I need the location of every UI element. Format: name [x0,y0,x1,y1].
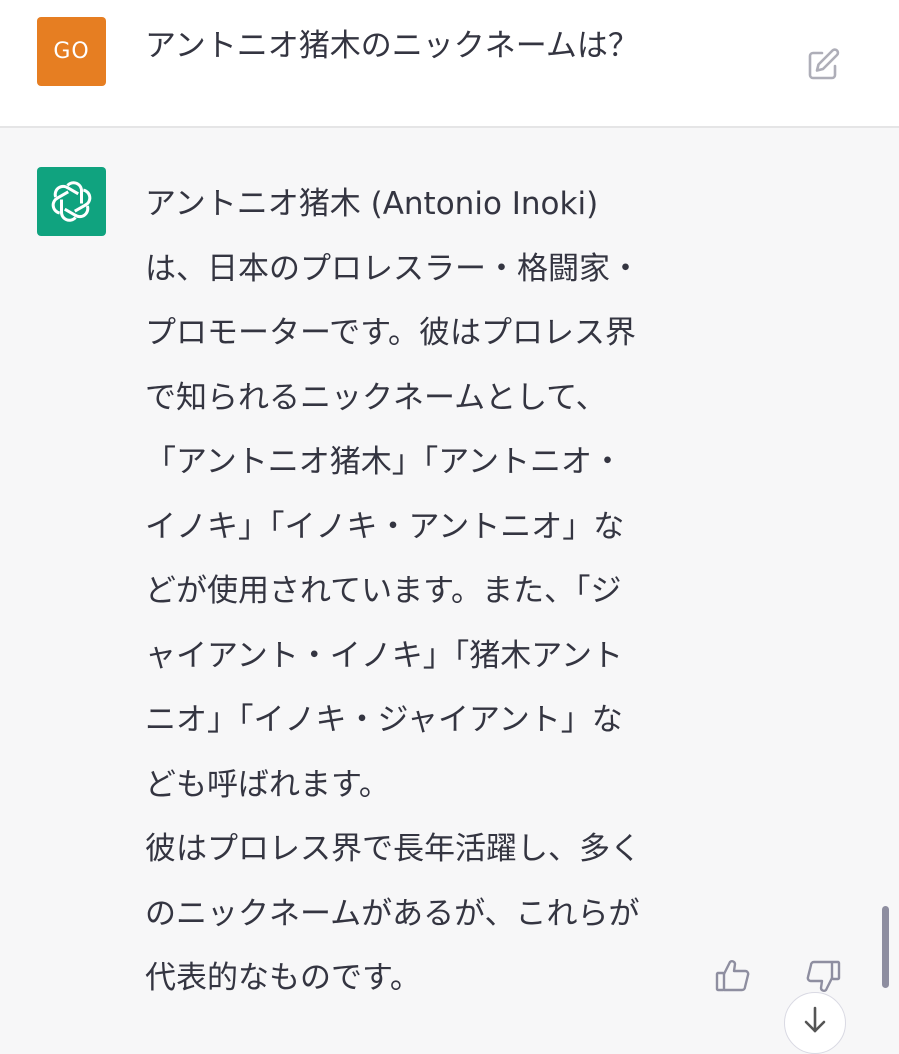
user-message: GO アントニオ猪木のニックネームは？ [0,0,899,128]
edit-icon [808,48,840,80]
scroll-to-bottom-button[interactable] [784,992,846,1054]
thumbs-down-button[interactable] [803,956,843,996]
answer-line: どが使用されています。また、「ジ [145,573,622,609]
answer-line: 「アントニオ猪木」「アントニオ・ [145,444,624,480]
scrollbar-thumb[interactable] [882,906,889,988]
answer-line: 彼はプロレス界で長年活躍し、多く [145,831,641,867]
thumbs-up-button[interactable] [713,956,753,996]
answer-line: ャイアント・イノキ」「猪木アント [145,637,624,674]
assistant-message: アントニオ猪木 (Antonio Inoki) は、日本のプロレスラー・格闘家・… [0,128,899,1054]
answer-line: アントニオ猪木 (Antonio Inoki) [145,186,599,222]
assistant-avatar [37,167,106,236]
assistant-message-text: アントニオ猪木 (Antonio Inoki) は、日本のプロレスラー・格闘家・… [145,172,705,1011]
answer-line: は、日本のプロレスラー・格闘家・ [145,250,641,287]
edit-button[interactable] [804,44,844,84]
answer-line: プロモーターです。彼はプロレス界 [145,315,637,351]
user-message-text: アントニオ猪木のニックネームは？ [145,28,639,64]
thumbs-up-icon [715,960,750,992]
answer-line: で知られるニックネームとして、 [145,379,607,416]
arrow-down-icon [804,1006,826,1033]
openai-logo-icon [51,181,92,222]
answer-line: 代表的なものです。 [145,960,421,996]
answer-line: イノキ」「イノキ・アントニオ」な [145,508,625,545]
answer-line: ども呼ばれます。 [145,766,390,803]
answer-line: ニオ」「イノキ・ジャイアント」な [145,702,623,738]
thumbs-down-icon [806,960,841,992]
user-avatar: GO [37,17,106,86]
answer-line: のニックネームがあるが、これらが [145,895,640,932]
